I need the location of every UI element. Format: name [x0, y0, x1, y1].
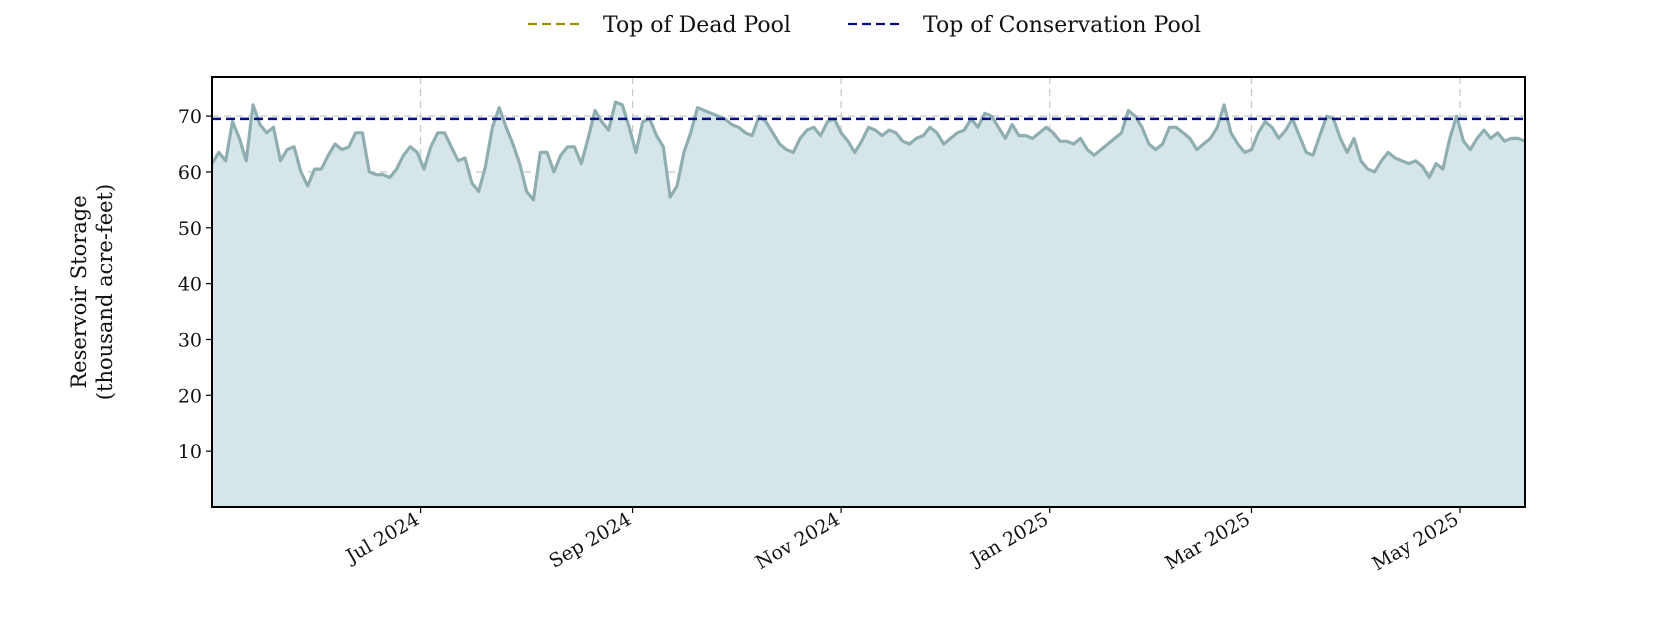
- x-tick-label: Jan 2025: [965, 508, 1052, 571]
- y-axis-ticks: 10 20 30 40 50 60 70: [178, 106, 212, 463]
- x-tick-label: Nov 2024: [752, 508, 844, 574]
- x-tick-label: Sep 2024: [545, 508, 635, 572]
- x-axis-ticks: Jul 2024 Sep 2024 Nov 2024 Jan 2025 Mar 2025…: [341, 507, 1463, 575]
- y-tick-label: 40: [178, 274, 202, 296]
- y-tick-label: 70: [178, 106, 202, 128]
- y-axis-title: Reservoir Storage (thousand acre-feet): [67, 184, 117, 400]
- legend-label-conservation-pool: Top of Conservation Pool: [923, 13, 1201, 38]
- x-tick-label: May 2025: [1368, 508, 1462, 575]
- y-tick-label: 20: [178, 385, 202, 407]
- y-axis-title-line-2: (thousand acre-feet): [93, 184, 117, 400]
- y-tick-label: 30: [178, 329, 202, 351]
- y-tick-label: 60: [178, 162, 202, 184]
- y-tick-label: 50: [178, 218, 202, 240]
- series-area-layer: [210, 100, 1526, 507]
- legend: Top of Dead Pool Top of Conservation Poo…: [528, 13, 1201, 38]
- x-tick-label: Mar 2025: [1161, 508, 1254, 574]
- reservoir-storage-chart: Top of Dead Pool Top of Conservation Poo…: [67, 13, 1526, 575]
- storage-area-fill: [212, 102, 1525, 507]
- x-tick-label: Jul 2024: [341, 508, 423, 568]
- y-axis-title-line-1: Reservoir Storage: [67, 195, 91, 388]
- y-tick-label: 10: [178, 441, 202, 463]
- legend-label-dead-pool: Top of Dead Pool: [603, 13, 791, 38]
